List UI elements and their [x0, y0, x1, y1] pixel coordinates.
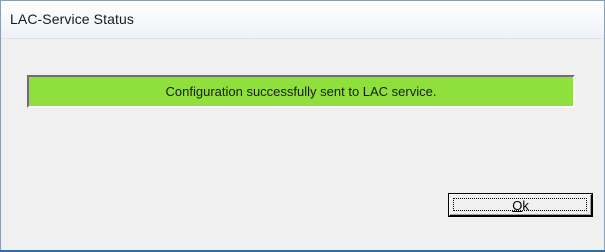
- status-dialog: LAC-Service Status Configuration success…: [0, 0, 605, 252]
- status-panel: Configuration successfully sent to LAC s…: [27, 75, 575, 108]
- status-message: Configuration successfully sent to LAC s…: [165, 84, 437, 99]
- dialog-body: Configuration successfully sent to LAC s…: [1, 39, 604, 251]
- title-bar[interactable]: LAC-Service Status: [1, 1, 604, 39]
- window-title: LAC-Service Status: [10, 11, 134, 27]
- ok-button-label: Ok: [512, 197, 529, 213]
- ok-button[interactable]: Ok: [449, 194, 592, 216]
